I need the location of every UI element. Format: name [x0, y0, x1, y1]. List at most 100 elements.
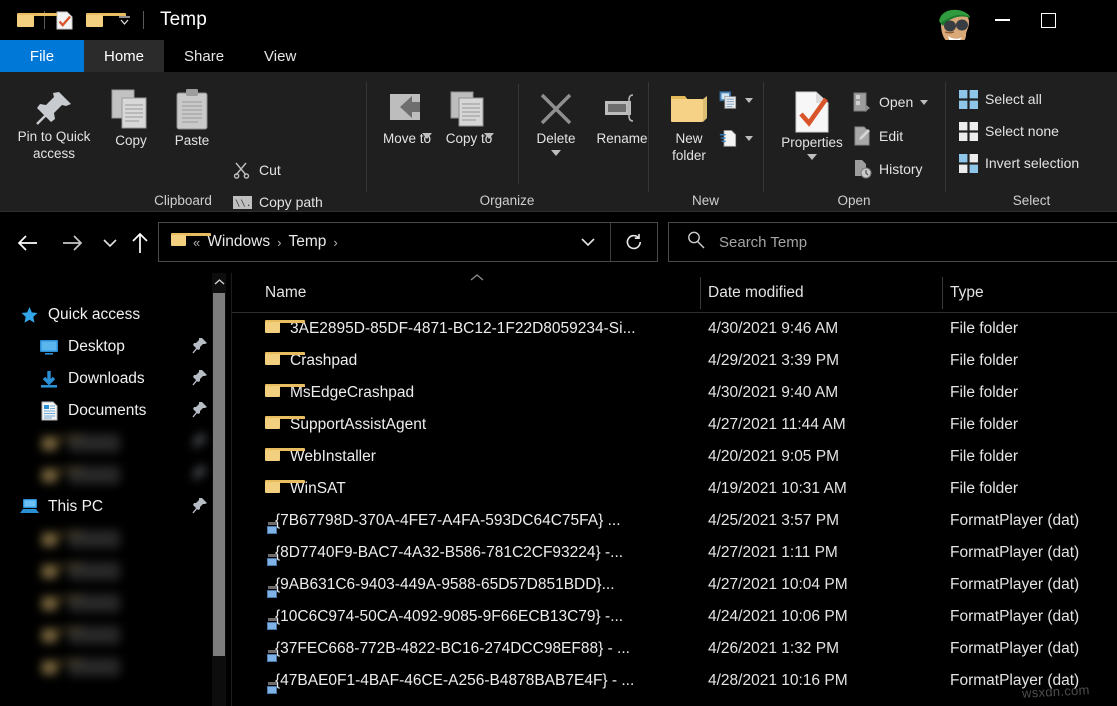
refresh-icon[interactable] [611, 233, 657, 252]
cut-button[interactable]: Cut [232, 160, 281, 180]
easy-access-button[interactable] [719, 128, 753, 148]
column-header-type[interactable]: Type [950, 284, 984, 302]
new-folder-button[interactable]: New folder [657, 90, 721, 164]
pin-icon[interactable] [192, 465, 208, 483]
file-row[interactable]: {7B67798D-370A-4FE7-A4FA-593DC64C75FA} .… [232, 505, 1117, 537]
paste-button[interactable]: Paste [163, 88, 221, 149]
chevron-down-icon[interactable] [551, 150, 561, 156]
file-row[interactable]: 3AE2895D-85DF-4871-BC12-1F22D8059234-Si.… [232, 313, 1117, 345]
address-bar[interactable]: « Windows › Temp › [158, 222, 658, 262]
tab-view[interactable]: View [244, 40, 316, 72]
invert-selection-button[interactable]: Invert selection [958, 153, 1079, 173]
sidebar-item-documents[interactable]: Documents [0, 395, 232, 427]
search-placeholder: Search Temp [719, 234, 807, 251]
column-header-name[interactable]: Name [265, 284, 306, 302]
divider[interactable] [942, 277, 943, 309]
recent-locations-icon[interactable] [96, 229, 124, 257]
open-icon [852, 92, 872, 112]
pin-icon[interactable] [192, 401, 208, 419]
sidebar-item-downloads[interactable]: Downloads [0, 363, 232, 395]
chevron-right-icon[interactable]: › [277, 235, 281, 250]
sidebar-item-redacted[interactable] [0, 619, 232, 651]
rename-button[interactable]: Rename [589, 90, 655, 147]
properties-button[interactable]: Properties [774, 90, 850, 160]
chevron-down-icon[interactable] [422, 133, 432, 139]
maximize-icon[interactable] [1025, 0, 1071, 40]
file-row[interactable]: {47BAE0F1-4BAF-46CE-A256-B4878BAB7E4F} -… [232, 665, 1117, 697]
file-row[interactable]: MsEdgeCrashpad4/30/2021 9:40 AMFile fold… [232, 377, 1117, 409]
file-name-label: SupportAssistAgent [290, 416, 426, 434]
file-row[interactable]: WinSAT4/19/2021 10:31 AMFile folder [232, 473, 1117, 505]
sidebar-item-redacted[interactable] [0, 587, 232, 619]
up-arrow-icon[interactable] [126, 229, 154, 257]
copy-to-button[interactable]: Copy to [440, 90, 498, 139]
pin-icon[interactable] [192, 369, 208, 387]
pin-icon[interactable] [192, 497, 208, 515]
pin-to-quick-access-button[interactable]: Pin to Quick access [10, 88, 98, 162]
column-header-date-modified[interactable]: Date modified [708, 284, 804, 302]
address-history-chevron-icon[interactable] [566, 236, 610, 248]
back-arrow-icon[interactable] [14, 229, 42, 257]
sidebar-item-redacted[interactable] [0, 555, 232, 587]
tab-home[interactable]: Home [84, 40, 164, 72]
search-box[interactable]: Search Temp [668, 222, 1117, 262]
file-name-cell: SupportAssistAgent [265, 416, 426, 434]
sidebar-scrollbar-thumb[interactable] [213, 293, 225, 656]
sidebar-item-redacted[interactable] [0, 651, 232, 683]
close-icon[interactable] [1071, 0, 1117, 40]
new-item-button[interactable] [719, 90, 753, 110]
pin-icon[interactable] [192, 337, 208, 355]
file-row[interactable]: {10C6C974-50CA-4092-9085-9F66ECB13C79} -… [232, 601, 1117, 633]
star-icon [18, 304, 40, 326]
breadcrumb-temp[interactable]: Temp [288, 233, 326, 251]
edit-button[interactable]: Edit [852, 126, 903, 146]
delete-button[interactable]: Delete [527, 90, 585, 156]
copy-button[interactable]: Copy [103, 88, 159, 149]
sidebar-item-redacted[interactable] [0, 427, 232, 459]
chevron-down-icon[interactable] [807, 154, 817, 160]
file-row[interactable]: Crashpad4/29/2021 3:39 PMFile folder [232, 345, 1117, 377]
forward-arrow-icon[interactable] [58, 229, 86, 257]
tab-share[interactable]: Share [164, 40, 244, 72]
move-to-button[interactable]: Move to [377, 90, 437, 139]
history-button[interactable]: History [852, 159, 923, 179]
folder-icon[interactable] [10, 5, 40, 35]
folder-icon[interactable] [79, 5, 109, 35]
chevron-down-icon[interactable] [745, 98, 753, 103]
properties-check-icon[interactable] [49, 5, 79, 35]
chevron-right-icon[interactable]: › [333, 235, 337, 250]
select-all-label: Select all [985, 91, 1042, 107]
chevron-down-icon[interactable] [920, 100, 928, 105]
minimize-icon[interactable] [979, 0, 1025, 40]
divider[interactable] [700, 277, 701, 309]
file-row[interactable]: {37FEC668-772B-4822-BC16-274DCC98EF88} -… [232, 633, 1117, 665]
navigation-pane: Quick accessDesktopDownloadsDocuments Th… [0, 273, 232, 706]
file-date-cell: 4/20/2021 9:05 PM [708, 448, 839, 466]
sidebar-item-this-pc[interactable]: This PC [0, 491, 232, 523]
file-explorer-window: Temp File Home Share View [0, 0, 1117, 706]
sidebar-item-redacted[interactable] [0, 459, 232, 491]
file-row[interactable]: WebInstaller4/20/2021 9:05 PMFile folder [232, 441, 1117, 473]
breadcrumb-windows[interactable]: Windows [207, 233, 270, 251]
this-pc-icon [18, 496, 40, 518]
chevron-up-icon[interactable] [212, 273, 226, 291]
open-button[interactable]: Open [852, 92, 928, 112]
folder-icon [265, 480, 280, 498]
file-type-cell: File folder [950, 416, 1018, 434]
file-row[interactable]: {9AB631C6-9403-449A-9588-65D57D851BDD}..… [232, 569, 1117, 601]
pin-icon[interactable] [192, 433, 208, 451]
select-all-button[interactable]: Select all [958, 89, 1042, 109]
chevron-down-icon[interactable] [745, 136, 753, 141]
file-date-cell: 4/24/2021 10:06 PM [708, 608, 848, 626]
sidebar-item-desktop[interactable]: Desktop [0, 331, 232, 363]
select-none-button[interactable]: Select none [958, 121, 1059, 141]
file-row[interactable]: SupportAssistAgent4/27/2021 11:44 AMFile… [232, 409, 1117, 441]
sidebar-item-redacted[interactable] [0, 523, 232, 555]
chevron-down-icon[interactable] [484, 133, 494, 139]
sidebar-item-quick-access[interactable]: Quick access [0, 299, 232, 331]
folder-icon [171, 233, 186, 251]
tab-file[interactable]: File [0, 40, 84, 72]
chevron-down-icon[interactable] [109, 5, 139, 35]
breadcrumb-overflow[interactable]: « [193, 235, 200, 250]
file-row[interactable]: {8D7740F9-BAC7-4A32-B586-781C2CF93224} -… [232, 537, 1117, 569]
